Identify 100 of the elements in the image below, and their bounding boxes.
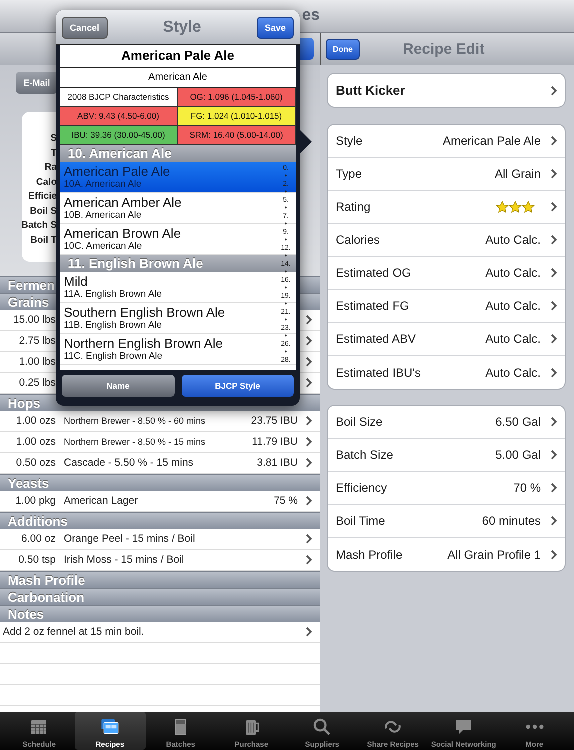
chevron-icon[interactable] bbox=[551, 169, 557, 179]
star-icon bbox=[496, 200, 509, 214]
field-value: Auto Calc. bbox=[486, 366, 541, 380]
group-header: 10. American Ale bbox=[60, 145, 296, 162]
characteristic-cell: FG: 1.024 (1.010-1.015) bbox=[178, 107, 296, 126]
field-value: Auto Calc. bbox=[486, 299, 541, 313]
section-header: Yeasts bbox=[0, 474, 320, 491]
item-value: 23.75 IBU bbox=[251, 415, 298, 427]
field-value: Auto Calc. bbox=[486, 233, 541, 247]
field-label: Batch Size bbox=[336, 448, 394, 462]
section-header: Mash Profile bbox=[0, 571, 320, 588]
chevron-icon[interactable] bbox=[551, 368, 557, 378]
amount-text: 1.00 ozs bbox=[15, 436, 56, 448]
sort-tab[interactable]: Name bbox=[62, 375, 174, 397]
item-name: Add 2 oz fennel at 15 min boil. bbox=[2, 626, 146, 638]
sort-tab[interactable]: BJCP Style bbox=[182, 375, 294, 397]
recipe-name: Butt Kicker bbox=[336, 83, 406, 98]
chevron-icon[interactable] bbox=[306, 378, 312, 388]
characteristic-cell: ABV: 9.43 (4.50-6.00) bbox=[60, 107, 178, 126]
amount-text: 0.50 tsp bbox=[18, 554, 56, 566]
chevron-icon[interactable] bbox=[551, 235, 557, 245]
field-label: Rating bbox=[336, 200, 372, 214]
amount-text: 1.00 pkg bbox=[14, 495, 56, 507]
field-label: Style bbox=[336, 134, 364, 148]
nav-title: Recipe Edit bbox=[403, 40, 485, 58]
field-value: 6.50 Gal bbox=[496, 415, 541, 429]
field-value: 60 minutes bbox=[482, 514, 541, 528]
section-header: Carbonation bbox=[0, 588, 320, 605]
style-code: 10A. American Ale bbox=[64, 178, 142, 190]
chevron-icon[interactable] bbox=[306, 555, 312, 565]
style-code: 10C. American Ale bbox=[64, 240, 142, 252]
field-value: 5.00 Gal bbox=[496, 448, 541, 462]
item-name: American Lager bbox=[63, 495, 140, 507]
field-label: Calories bbox=[336, 233, 382, 247]
chevron-icon[interactable] bbox=[551, 268, 557, 278]
amount-text: 0.25 lbs bbox=[18, 377, 56, 389]
field-label: Estimated FG bbox=[336, 299, 410, 313]
field-value: All Grain bbox=[494, 167, 541, 181]
item-name: Cascade - 5.50 % - 15 mins bbox=[63, 457, 195, 469]
email-button[interactable]: E-Mail bbox=[16, 72, 58, 94]
section-header: Notes bbox=[0, 605, 320, 622]
save-button[interactable]: Save bbox=[256, 17, 294, 39]
item-value: 11.79 IBU bbox=[252, 436, 298, 448]
chevron-icon[interactable] bbox=[306, 458, 312, 468]
cancel-button[interactable]: Cancel bbox=[62, 17, 108, 39]
item-name: Northern Brewer - 8.50 % - 15 mins bbox=[63, 437, 207, 447]
chevron-icon[interactable] bbox=[306, 336, 312, 346]
chevron-icon[interactable] bbox=[551, 417, 557, 427]
chevron-icon[interactable] bbox=[551, 516, 557, 526]
item-name: Northern Brewer - 8.50 % - 60 mins bbox=[63, 416, 207, 426]
more-icon bbox=[524, 724, 545, 730]
chevron-icon[interactable] bbox=[551, 301, 557, 311]
amount-text: 1.00 lbs bbox=[18, 356, 56, 368]
field-label: Estimated ABV bbox=[336, 332, 418, 346]
style-code: 11C. English Brown Ale bbox=[64, 350, 163, 362]
field-value: Auto Calc. bbox=[486, 332, 541, 346]
field-label: Estimated IBU's bbox=[336, 366, 422, 380]
characteristic-cell: OG: 1.096 (1.045-1.060) bbox=[178, 88, 296, 107]
style-title: Mild bbox=[64, 274, 88, 288]
star-icon bbox=[509, 200, 522, 214]
chevron-icon[interactable] bbox=[551, 202, 557, 212]
chevron-icon[interactable] bbox=[306, 534, 312, 544]
chevron-icon[interactable] bbox=[306, 416, 312, 426]
chevron-icon[interactable] bbox=[551, 450, 557, 460]
chevron-icon[interactable] bbox=[551, 483, 557, 493]
characteristic-cell: IBU: 39.36 (30.00-45.00) bbox=[60, 126, 178, 145]
chevron-icon[interactable] bbox=[551, 334, 557, 344]
field-value: American Pale Ale bbox=[442, 134, 541, 148]
amount-text: 2.75 lbs bbox=[18, 335, 56, 347]
field-label: Mash Profile bbox=[336, 548, 404, 562]
amount-text: 6.00 oz bbox=[20, 533, 56, 545]
popover-title: Style bbox=[163, 19, 202, 37]
chevron-icon[interactable] bbox=[551, 550, 557, 560]
chevron-icon[interactable] bbox=[306, 357, 312, 367]
item-value: 3.81 IBU bbox=[257, 457, 298, 469]
characteristic-cell: SRM: 16.40 (5.00-14.00) bbox=[178, 126, 296, 145]
style-title: American Pale Ale bbox=[64, 164, 170, 178]
style-code: 10B. American Ale bbox=[64, 210, 142, 222]
star-icon bbox=[522, 200, 535, 214]
characteristic-cell: 2008 BJCP Characteristics bbox=[60, 88, 178, 107]
style-title: American Brown Ale bbox=[64, 226, 182, 240]
chevron-icon[interactable] bbox=[551, 86, 557, 96]
section-header: Additions bbox=[0, 512, 320, 529]
chevron-icon[interactable] bbox=[306, 627, 312, 637]
field-label: Type bbox=[336, 167, 364, 181]
search-icon bbox=[312, 717, 332, 737]
field-label: Efficiency bbox=[336, 481, 388, 495]
field-label: Boil Size bbox=[336, 415, 384, 429]
item-value: 75 % bbox=[274, 495, 298, 507]
style-name: American Pale Ale bbox=[60, 45, 296, 68]
amount-text: 0.50 ozs bbox=[15, 457, 56, 469]
summary-label: Calo bbox=[36, 176, 57, 190]
chevron-icon[interactable] bbox=[306, 315, 312, 325]
chevron-icon[interactable] bbox=[306, 437, 312, 447]
style-title: American Amber Ale bbox=[64, 194, 182, 210]
field-label: Boil Time bbox=[336, 514, 386, 528]
done-button[interactable]: Done bbox=[326, 38, 360, 60]
style-code: 11B. English Brown Ale bbox=[64, 320, 162, 332]
chevron-icon[interactable] bbox=[306, 496, 312, 506]
chevron-icon[interactable] bbox=[551, 136, 557, 146]
